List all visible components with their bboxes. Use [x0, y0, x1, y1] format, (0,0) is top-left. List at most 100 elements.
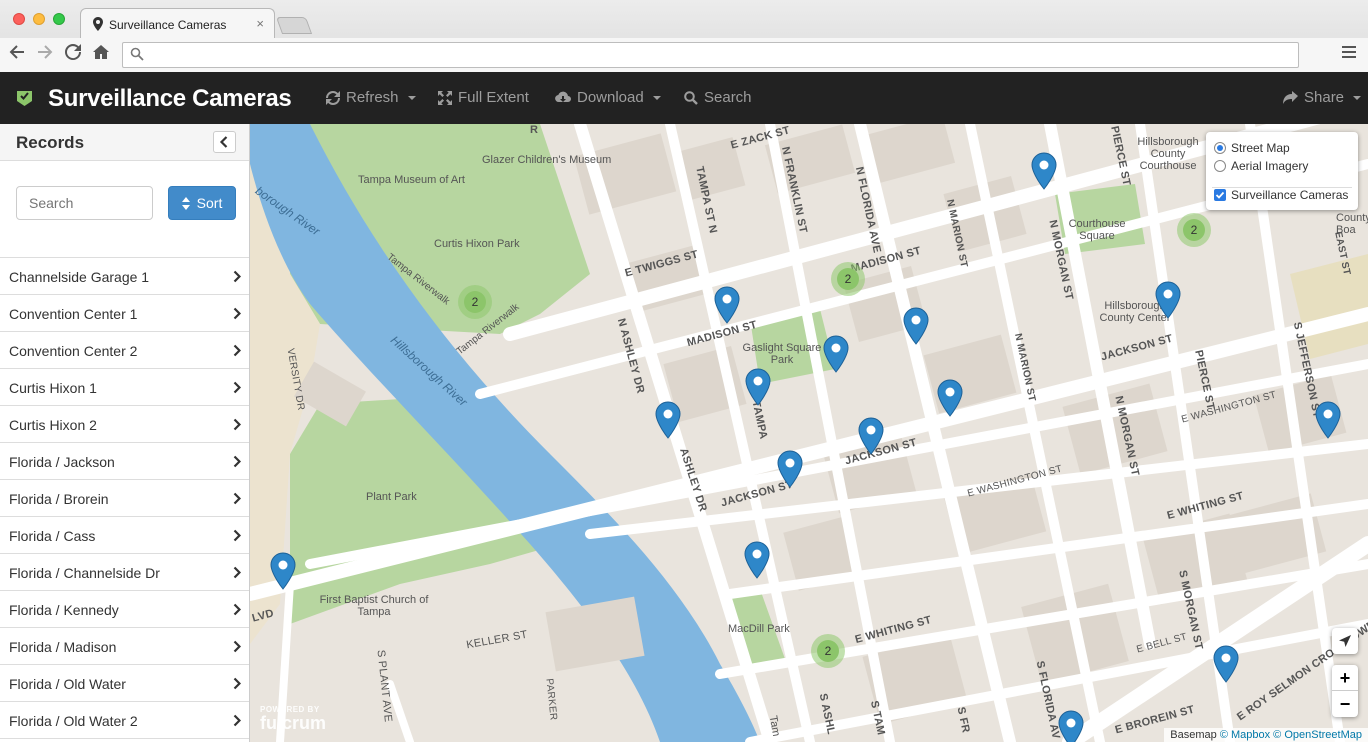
locate-button[interactable]	[1332, 628, 1358, 654]
list-item[interactable]: Florida / Channelside Dr	[0, 554, 249, 591]
new-tab-button[interactable]	[275, 17, 313, 34]
cluster-marker[interactable]: 2	[458, 285, 492, 319]
camera-marker-icon[interactable]	[903, 307, 929, 345]
cluster-count: 2	[817, 640, 839, 662]
record-label: Curtis Hixon 2	[9, 417, 97, 433]
map-view[interactable]: Glazer Children's Museum Tampa Museum of…	[250, 124, 1368, 742]
camera-marker-icon[interactable]	[823, 335, 849, 373]
chevron-down-icon	[652, 95, 661, 100]
aerial-imagery-radio[interactable]	[1214, 160, 1226, 172]
address-bar[interactable]	[122, 42, 1299, 68]
camera-marker-icon[interactable]	[937, 379, 963, 417]
forward-icon[interactable]	[37, 44, 53, 65]
reload-icon[interactable]	[65, 44, 81, 65]
camera-marker-icon[interactable]	[744, 541, 770, 579]
camera-marker-icon[interactable]	[745, 368, 771, 406]
download-menu[interactable]: Download	[555, 89, 661, 106]
refresh-icon	[326, 90, 340, 105]
sort-button[interactable]: Sort	[168, 186, 236, 220]
chevron-right-icon	[233, 307, 242, 323]
search-button[interactable]: Search	[684, 89, 752, 106]
list-item[interactable]: Curtis Hixon 2	[0, 406, 249, 443]
maximize-window-button[interactable]	[53, 13, 65, 25]
list-item[interactable]: Florida / Kennedy	[0, 591, 249, 628]
street-label: R	[530, 124, 539, 136]
app-title[interactable]: Surveillance Cameras	[48, 85, 292, 113]
attribution-prefix: Basemap	[1170, 729, 1217, 741]
camera-marker-icon[interactable]	[1058, 710, 1084, 742]
list-item[interactable]: Channelside Garage 1	[0, 258, 249, 295]
chevron-right-icon	[233, 529, 242, 545]
chevron-right-icon	[233, 270, 242, 286]
cluster-count: 2	[464, 291, 486, 313]
cameras-overlay-option[interactable]: Surveillance Cameras	[1214, 188, 1348, 202]
list-item[interactable]: Convention Center 2	[0, 332, 249, 369]
list-item[interactable]: Florida / Cass	[0, 517, 249, 554]
record-label: Channelside Garage 1	[9, 269, 150, 285]
camera-marker-icon[interactable]	[858, 417, 884, 455]
list-item[interactable]: Florida / Madison	[0, 628, 249, 665]
full-extent-button[interactable]: Full Extent	[438, 89, 529, 106]
record-label: Florida / Old Water	[9, 676, 126, 692]
chevron-right-icon	[233, 381, 242, 397]
street-map-radio[interactable]	[1214, 142, 1226, 154]
records-sidebar: Records Sort Channelside Garage 1 Convent…	[0, 124, 250, 742]
camera-marker-icon[interactable]	[714, 286, 740, 324]
collapse-sidebar-button[interactable]	[213, 131, 236, 153]
sidebar-header: Records	[0, 124, 249, 161]
list-item[interactable]: Convention Center 1	[0, 295, 249, 332]
record-label: Florida / Old Water 2	[9, 713, 138, 729]
refresh-menu[interactable]: Refresh	[326, 89, 416, 106]
camera-marker-icon[interactable]	[1315, 401, 1341, 439]
street-map-option[interactable]: Street Map	[1214, 141, 1290, 155]
camera-marker-icon[interactable]	[270, 552, 296, 590]
chevron-left-icon	[219, 136, 228, 148]
place-label: Tampa Museum of Art	[358, 174, 465, 186]
list-item[interactable]: Florida / Brorein	[0, 480, 249, 517]
tab-close-icon[interactable]: ×	[256, 16, 264, 31]
camera-marker-icon[interactable]	[1213, 645, 1239, 683]
minimize-window-button[interactable]	[33, 13, 45, 25]
record-label: Florida / Jackson	[9, 454, 115, 470]
fulcrum-watermark: POWERED BY fulcrum	[260, 705, 326, 732]
record-label: Florida / Kennedy	[9, 602, 119, 618]
list-item[interactable]: Florida / Jackson	[0, 443, 249, 480]
chevron-right-icon	[233, 566, 242, 582]
cluster-marker[interactable]: 2	[831, 262, 865, 296]
camera-marker-icon[interactable]	[777, 450, 803, 488]
list-item[interactable]: Florida / Old Water	[0, 665, 249, 702]
cluster-marker[interactable]: 2	[811, 634, 845, 668]
full-extent-label: Full Extent	[458, 89, 529, 106]
share-menu[interactable]: Share	[1283, 89, 1362, 106]
record-label: Florida / Cass	[9, 528, 96, 544]
browser-tab[interactable]: Surveillance Cameras ×	[80, 8, 275, 38]
place-label: Glazer Children's Museum	[482, 154, 612, 166]
close-window-button[interactable]	[13, 13, 25, 25]
cluster-marker[interactable]: 2	[1177, 213, 1211, 247]
map-pin-icon	[93, 17, 103, 34]
aerial-imagery-option[interactable]: Aerial Imagery	[1214, 159, 1308, 173]
back-icon[interactable]	[9, 44, 25, 65]
zoom-in-button[interactable]: +	[1332, 665, 1358, 691]
list-item[interactable]: Curtis Hixon 1	[0, 369, 249, 406]
home-icon[interactable]	[93, 44, 109, 65]
search-icon	[684, 90, 698, 105]
zoom-control: + −	[1332, 665, 1358, 717]
list-item[interactable]: Florida / Old Water 2	[0, 702, 249, 739]
record-label: Convention Center 2	[9, 343, 138, 359]
chevron-right-icon	[233, 418, 242, 434]
mapbox-link[interactable]: © Mapbox	[1220, 729, 1270, 741]
camera-marker-icon[interactable]	[1031, 152, 1057, 190]
records-search-input[interactable]	[16, 186, 153, 220]
camera-marker-icon[interactable]	[655, 401, 681, 439]
browser-toolbar	[0, 38, 1368, 72]
layer-control: Street Map Aerial Imagery Surveillance C…	[1206, 132, 1358, 210]
checkbox-checked-icon[interactable]	[1214, 189, 1226, 201]
zoom-out-button[interactable]: −	[1332, 691, 1358, 717]
osm-link[interactable]: © OpenStreetMap	[1273, 729, 1362, 741]
browser-menu-icon[interactable]	[1342, 46, 1356, 61]
sidebar-controls: Sort	[0, 161, 249, 258]
place-label: Plant Park	[366, 491, 417, 503]
cluster-count: 2	[837, 268, 859, 290]
camera-marker-icon[interactable]	[1155, 281, 1181, 319]
